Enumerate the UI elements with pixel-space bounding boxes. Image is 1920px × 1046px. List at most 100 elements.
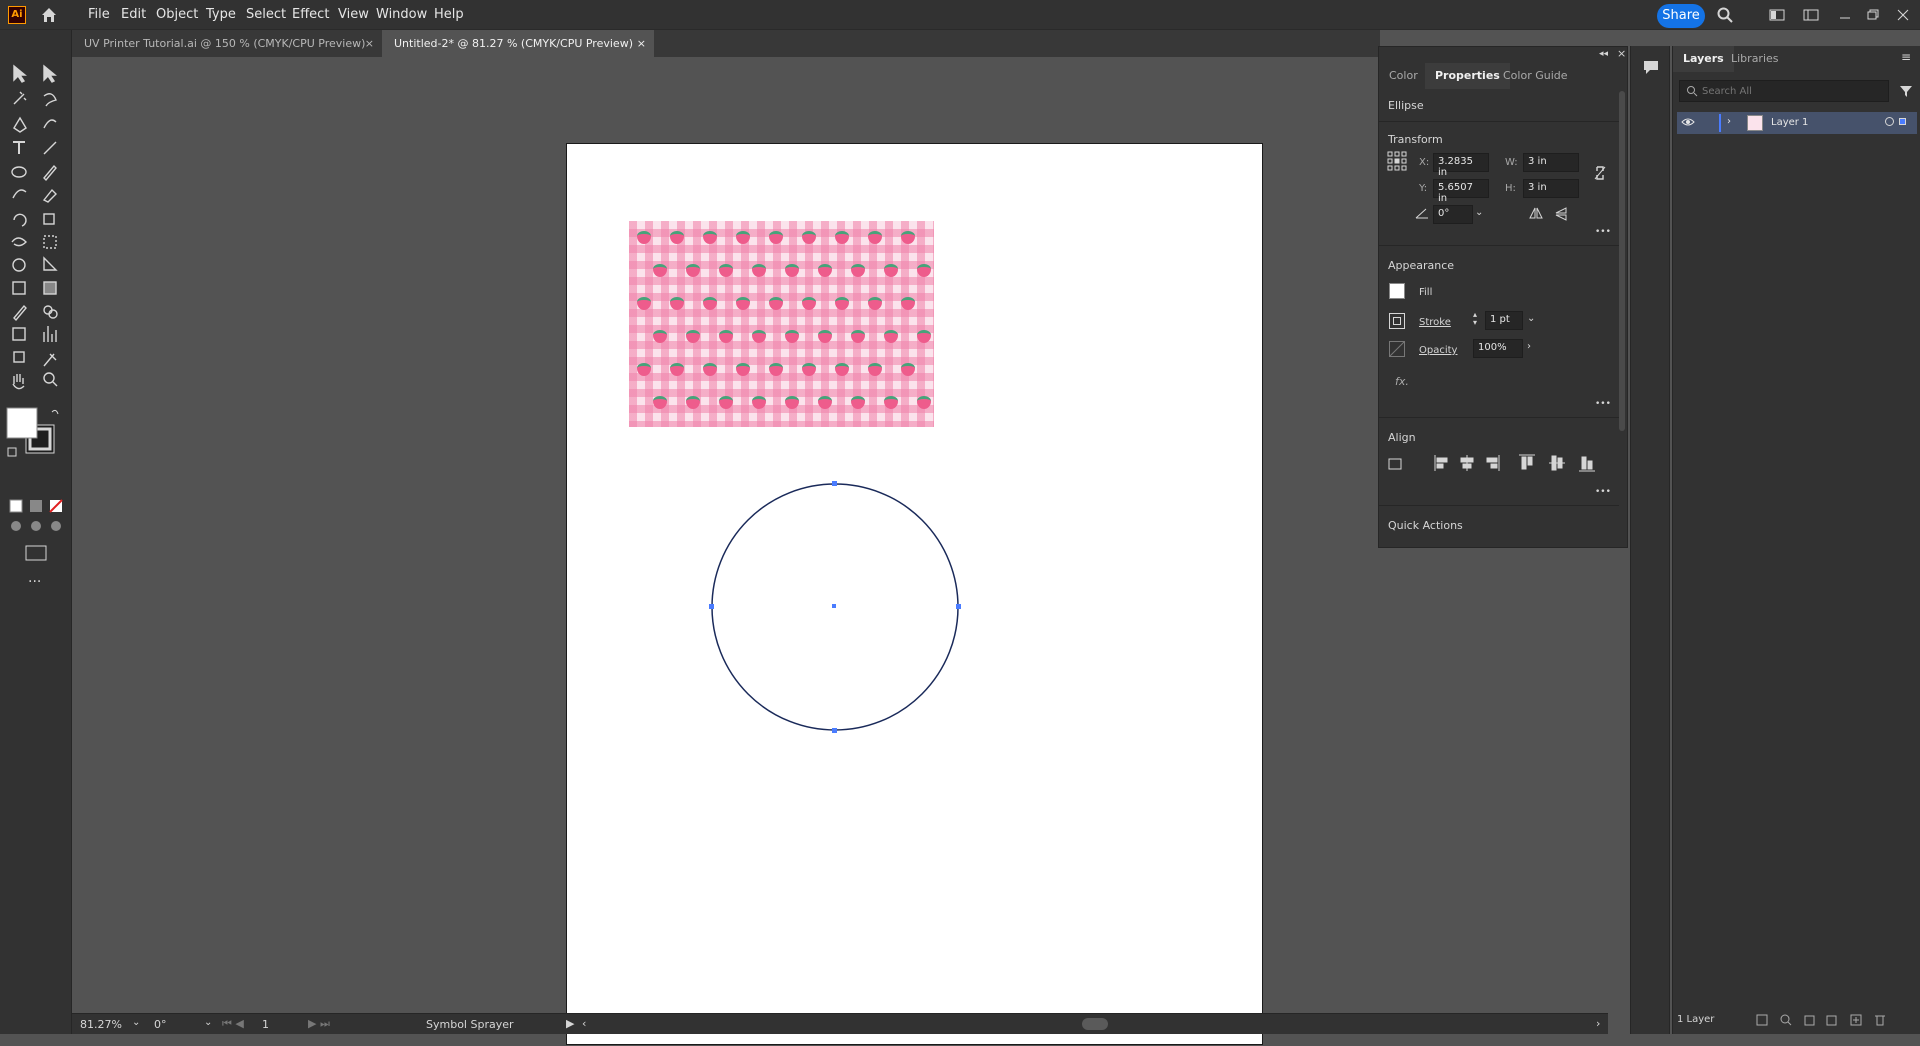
- visibility-eye-icon[interactable]: [1681, 116, 1695, 128]
- menu-type[interactable]: Type: [206, 7, 236, 22]
- tab-label: Untitled-2* @ 81.27 % (CMYK/CPU Preview): [394, 37, 633, 50]
- menu-window[interactable]: Window: [376, 7, 427, 22]
- home-icon[interactable]: [40, 6, 58, 24]
- menu-edit[interactable]: Edit: [121, 7, 146, 22]
- panel-menu-icon[interactable]: ≡: [1901, 50, 1911, 64]
- direct-selection-tool-icon: [43, 64, 57, 83]
- status-arrow-icon[interactable]: ▶: [566, 1017, 574, 1030]
- close-window-icon[interactable]: [1894, 6, 1912, 24]
- artboard[interactable]: [566, 143, 1263, 1045]
- eyedropper-icon: [13, 304, 27, 322]
- menu-select[interactable]: Select: [246, 7, 286, 22]
- menu-file[interactable]: File: [88, 7, 110, 22]
- delete-layer-icon: [1875, 1015, 1885, 1026]
- scroll-left-icon[interactable]: ‹: [582, 1017, 586, 1030]
- type-tool-icon: [13, 141, 25, 154]
- menu-object[interactable]: Object: [156, 7, 198, 22]
- filter-icon[interactable]: [1899, 84, 1913, 98]
- align-top-icon: [1527, 456, 1533, 466]
- y-field[interactable]: 5.6507 in: [1433, 179, 1489, 204]
- collapse-panel-icon[interactable]: ◂◂: [1599, 49, 1608, 59]
- menu-help[interactable]: Help: [434, 7, 464, 22]
- align-to-icon: [1388, 458, 1402, 470]
- y-label: Y:: [1419, 183, 1428, 194]
- workspace-icon[interactable]: [1802, 6, 1820, 24]
- minimize-icon[interactable]: [1836, 6, 1854, 24]
- appearance-more-icon[interactable]: •••: [1595, 399, 1611, 409]
- lasso-icon: [43, 93, 57, 107]
- stroke-label[interactable]: Stroke: [1419, 317, 1451, 328]
- zoom-level[interactable]: 81.27%: [80, 1018, 122, 1031]
- divider: [1379, 417, 1619, 418]
- align-more-icon[interactable]: •••: [1595, 487, 1611, 497]
- expand-layer-icon[interactable]: ›: [1727, 116, 1731, 127]
- tab-close-icon[interactable]: ×: [637, 30, 646, 57]
- menu-bar: Ai File Edit Object Type Select Effect V…: [0, 0, 1920, 30]
- zoom-tool-icon: [52, 381, 58, 387]
- share-button[interactable]: Share: [1657, 4, 1705, 28]
- stroke-weight-field[interactable]: 1 pt: [1485, 311, 1523, 330]
- rotate-angle-field[interactable]: 0°: [1433, 205, 1473, 224]
- artboard-nav-prev-icon[interactable]: ⏮ ◀: [222, 1017, 244, 1031]
- opacity-expand-icon[interactable]: ›: [1527, 341, 1531, 352]
- angle-dropdown-icon[interactable]: ⌄: [1475, 207, 1483, 218]
- x-field[interactable]: 3.2835 in: [1433, 153, 1489, 178]
- slice-tool-icon: [43, 353, 57, 367]
- artboard-number[interactable]: 1: [262, 1018, 269, 1031]
- zoom-dropdown-icon[interactable]: ⌄: [132, 1017, 140, 1028]
- artboard-nav-next-icon[interactable]: ▶ ⏭: [308, 1017, 330, 1031]
- stroke-stepper-icon[interactable]: ▴ ▾: [1473, 311, 1477, 327]
- reference-point-icon[interactable]: [1387, 151, 1407, 171]
- fill-swatch[interactable]: [1389, 283, 1405, 299]
- close-panel-icon[interactable]: ×: [1617, 47, 1626, 60]
- tab-color-guide[interactable]: Color Guide: [1493, 63, 1578, 89]
- layer-color-bar: [1719, 114, 1721, 132]
- comments-strip: [1630, 46, 1670, 1034]
- layers-search-input[interactable]: [1702, 84, 1882, 98]
- appearance-title: Appearance: [1388, 259, 1455, 272]
- menu-view[interactable]: View: [338, 7, 369, 22]
- tab-color[interactable]: Color: [1379, 63, 1428, 89]
- flip-horizontal-icon[interactable]: [1529, 207, 1543, 219]
- flip-vertical-icon[interactable]: [1555, 207, 1567, 221]
- shaper-tool-icon: [12, 189, 27, 199]
- selection-indicator-icon[interactable]: [1899, 118, 1906, 125]
- menu-effect[interactable]: Effect: [292, 7, 329, 22]
- transform-more-icon[interactable]: •••: [1595, 227, 1611, 237]
- comments-icon[interactable]: [1642, 58, 1660, 76]
- align-right-icon: [1490, 463, 1498, 469]
- opacity-label[interactable]: Opacity: [1419, 345, 1457, 356]
- fx-effects-icon[interactable]: fx.: [1395, 375, 1409, 388]
- tab-uv-printer-tutorial[interactable]: UV Printer Tutorial.ai @ 150 % (CMYK/CPU…: [72, 30, 382, 57]
- search-icon[interactable]: [1716, 6, 1734, 24]
- layer-row-layer-1[interactable]: › Layer 1: [1677, 112, 1917, 134]
- horizontal-scroll-thumb[interactable]: [1082, 1018, 1108, 1030]
- svg-text:···: ···: [28, 574, 41, 590]
- target-icon[interactable]: [1885, 117, 1894, 126]
- tab-libraries[interactable]: Libraries: [1721, 46, 1789, 72]
- arrange-documents-icon[interactable]: [1768, 6, 1786, 24]
- selection-tool-icon: [13, 64, 27, 83]
- mesh-tool-icon: [12, 281, 26, 295]
- w-field[interactable]: 3 in: [1523, 153, 1579, 172]
- rotation-dropdown-icon[interactable]: ⌄: [204, 1017, 212, 1028]
- scroll-right-icon[interactable]: ›: [1596, 1017, 1600, 1030]
- opacity-field[interactable]: 100%: [1473, 339, 1523, 358]
- tab-untitled-2[interactable]: Untitled-2* @ 81.27 % (CMYK/CPU Preview)…: [382, 30, 654, 57]
- stroke-swatch[interactable]: [1389, 313, 1405, 329]
- panel-scrollbar[interactable]: [1619, 91, 1625, 431]
- rotation-value[interactable]: 0°: [154, 1018, 167, 1031]
- h-field[interactable]: 3 in: [1523, 179, 1579, 198]
- anchor-point-bottom: [832, 728, 837, 733]
- stroke-dropdown-icon[interactable]: ⌄: [1527, 313, 1535, 324]
- restore-icon[interactable]: [1864, 6, 1882, 24]
- constrain-proportions-icon[interactable]: [1593, 165, 1607, 181]
- align-bottom-icon: [1587, 460, 1593, 470]
- layers-search[interactable]: [1679, 80, 1889, 102]
- layer-name[interactable]: Layer 1: [1771, 117, 1808, 128]
- layer-count: 1 Layer: [1677, 1014, 1715, 1025]
- align-left-icon: [1436, 463, 1444, 469]
- center-point: [832, 604, 836, 608]
- tab-close-icon[interactable]: ×: [365, 30, 374, 57]
- transform-title: Transform: [1388, 133, 1443, 146]
